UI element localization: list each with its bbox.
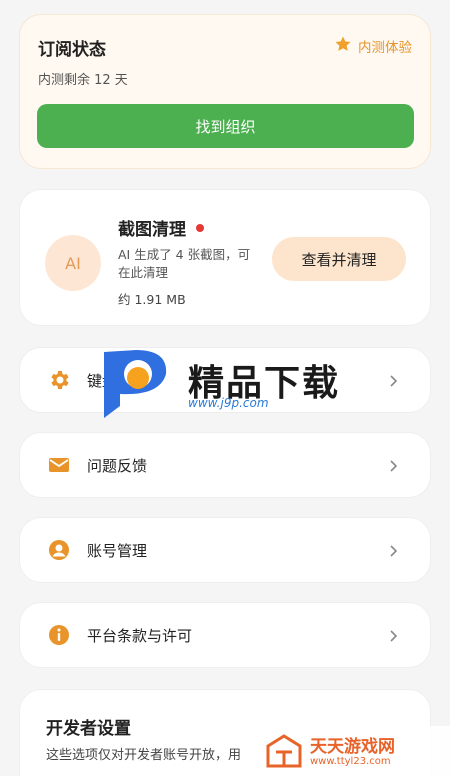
developer-description: 这些选项仅对开发者账号开放，用: [46, 748, 242, 763]
star-icon: [334, 35, 352, 57]
ai-avatar: AI: [45, 235, 101, 291]
subscription-card: 订阅状态 内测体验 内测剩余 12 天 找到组织: [19, 14, 431, 169]
clean-title-wrap: 截图清理: [118, 215, 204, 240]
row-label-feedback: 问题反馈: [87, 456, 148, 475]
row-account[interactable]: 账号管理: [19, 517, 431, 583]
find-organization-button[interactable]: 找到组织: [37, 104, 414, 148]
watermark-url: www.j9p.com: [188, 396, 269, 410]
beta-badge: 内测体验: [334, 35, 412, 57]
clean-title: 截图清理: [118, 220, 186, 240]
subscription-title: 订阅状态: [38, 40, 106, 60]
mail-icon: [47, 453, 71, 477]
developer-title: 开发者设置: [46, 719, 131, 739]
chevron-right-icon: [386, 543, 400, 557]
corner-watermark-text: 天天游戏网: [310, 737, 395, 757]
account-icon: [47, 538, 71, 562]
row-terms[interactable]: 平台条款与许可: [19, 602, 431, 668]
corner-watermark-url: www.ttyl23.com: [310, 756, 391, 767]
screenshot-clean-card: AI 截图清理 AI 生成了 4 张截图，可在此清理 约 1.91 MB 查看并…: [19, 189, 431, 326]
clean-description: AI 生成了 4 张截图，可在此清理: [118, 247, 251, 280]
notification-dot: [196, 223, 204, 232]
beta-badge-label: 内测体验: [358, 40, 412, 56]
row-label-account: 账号管理: [87, 541, 148, 560]
corner-logo-icon: [264, 732, 304, 772]
row-label-terms: 平台条款与许可: [87, 626, 193, 645]
watermark-overlay: 精品下载 www.j9p.com: [100, 346, 360, 418]
corner-watermark: 天天游戏网 www.ttyl23.com: [262, 726, 450, 776]
remaining-days: 内测剩余 12 天: [38, 73, 128, 88]
clean-size: 约 1.91 MB: [118, 292, 186, 307]
view-and-clean-button[interactable]: 查看并清理: [272, 237, 406, 281]
chevron-right-icon: [386, 373, 400, 387]
row-feedback[interactable]: 问题反馈: [19, 432, 431, 498]
gear-icon: [47, 368, 71, 392]
chevron-right-icon: [386, 628, 400, 642]
watermark-logo-icon: [100, 346, 176, 422]
chevron-right-icon: [386, 458, 400, 472]
info-icon: [47, 623, 71, 647]
